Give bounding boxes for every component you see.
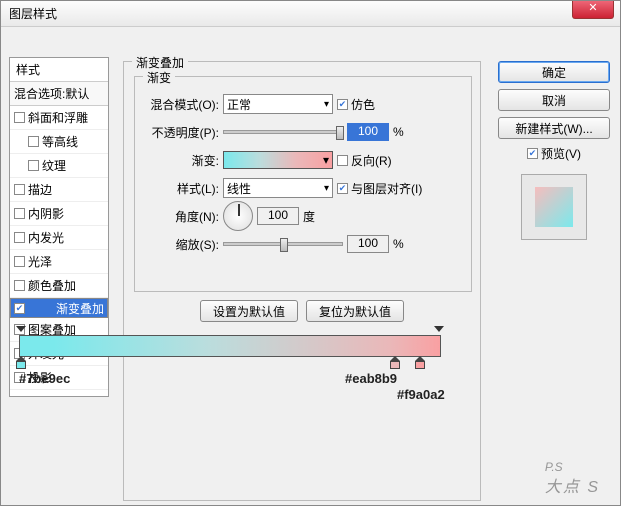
sidebar-subheader[interactable]: 混合选项:默认 (10, 82, 108, 106)
gradient-picker[interactable]: ▾ (223, 151, 333, 169)
color-hex-label: #f9a0a2 (397, 387, 445, 402)
checkbox-icon (14, 208, 25, 219)
sidebar-item-label: 内发光 (28, 229, 64, 246)
gradient-bar[interactable] (19, 335, 441, 357)
scale-slider[interactable] (223, 242, 343, 246)
scale-label: 缩放(S): (141, 236, 219, 253)
style-select[interactable]: 线性 (223, 178, 333, 198)
dither-checkbox[interactable]: 仿色 (337, 96, 375, 113)
color-hex-label: #eab8b9 (345, 371, 397, 386)
sidebar-item-label: 描边 (28, 181, 52, 198)
sidebar-item-label: 内阴影 (28, 205, 64, 222)
color-stop[interactable] (415, 356, 425, 368)
scale-unit: % (393, 237, 404, 251)
sidebar-item-label: 光泽 (28, 253, 52, 270)
sidebar-item-8[interactable]: 渐变叠加 (10, 298, 108, 318)
angle-input[interactable]: 100 (257, 207, 299, 225)
new-style-button[interactable]: 新建样式(W)... (498, 117, 610, 139)
preview-box (521, 174, 587, 240)
slider-thumb[interactable] (336, 126, 344, 140)
reverse-checkbox[interactable]: 反向(R) (337, 152, 392, 169)
checkbox-icon (28, 136, 39, 147)
sidebar-item-4[interactable]: 内阴影 (10, 202, 108, 226)
gradient-editor: #7be9ec #eab8b9 #f9a0a2 (19, 335, 441, 357)
opacity-stop[interactable] (16, 326, 26, 336)
align-checkbox[interactable]: 与图层对齐(I) (337, 180, 422, 197)
opacity-unit: % (393, 125, 404, 139)
checkbox-icon (14, 280, 25, 291)
sidebar-item-2[interactable]: 纹理 (10, 154, 108, 178)
checkbox-icon (337, 155, 348, 166)
scale-input[interactable]: 100 (347, 235, 389, 253)
sidebar-item-3[interactable]: 描边 (10, 178, 108, 202)
inner-group-title: 渐变 (143, 69, 175, 86)
sidebar-item-5[interactable]: 内发光 (10, 226, 108, 250)
angle-label: 角度(N): (141, 208, 219, 225)
checkbox-icon (14, 256, 25, 267)
checkbox-icon (337, 99, 348, 110)
sidebar-item-label: 斜面和浮雕 (28, 109, 88, 126)
color-hex-label: #7be9ec (19, 371, 70, 386)
slider-thumb[interactable] (280, 238, 288, 252)
checkbox-icon (14, 232, 25, 243)
opacity-input[interactable]: 100 (347, 123, 389, 141)
checkbox-icon (14, 184, 25, 195)
sidebar-item-1[interactable]: 等高线 (10, 130, 108, 154)
close-button[interactable]: ✕ (572, 1, 614, 19)
gradient-overlay-group: 渐变叠加 渐变 混合模式(O): 正常 仿色 不透明度(P): 100 % 渐变… (123, 61, 481, 501)
sidebar-item-label: 渐变叠加 (56, 300, 104, 317)
titlebar[interactable]: 图层样式 ✕ (1, 1, 620, 27)
watermark: P.S 大点 S (545, 428, 600, 497)
checkbox-icon (14, 112, 25, 123)
blend-mode-select[interactable]: 正常 (223, 94, 333, 114)
ok-button[interactable]: 确定 (498, 61, 610, 83)
style-label: 样式(L): (141, 180, 219, 197)
sidebar-item-label: 纹理 (42, 157, 66, 174)
right-button-panel: 确定 取消 新建样式(W)... 预览(V) (498, 61, 610, 240)
sidebar-item-6[interactable]: 光泽 (10, 250, 108, 274)
sidebar-item-0[interactable]: 斜面和浮雕 (10, 106, 108, 130)
opacity-stop[interactable] (434, 326, 444, 336)
opacity-label: 不透明度(P): (141, 124, 219, 141)
checkbox-icon (14, 303, 25, 314)
color-stop[interactable] (390, 356, 400, 368)
preview-swatch (535, 187, 573, 227)
layer-style-dialog: 图层样式 ✕ 样式 混合选项:默认 斜面和浮雕等高线纹理描边内阴影内发光光泽颜色… (0, 0, 621, 506)
angle-knob[interactable] (223, 201, 253, 231)
checkbox-icon (527, 148, 538, 159)
sidebar-item-7[interactable]: 颜色叠加 (10, 274, 108, 298)
gradient-inner-group: 渐变 混合模式(O): 正常 仿色 不透明度(P): 100 % 渐变: ▾ 反… (134, 76, 472, 292)
window-title: 图层样式 (9, 5, 57, 22)
angle-unit: 度 (303, 208, 315, 225)
checkbox-icon (337, 183, 348, 194)
preview-checkbox[interactable]: 预览(V) (498, 145, 610, 162)
sidebar-item-label: 颜色叠加 (28, 277, 76, 294)
color-stop[interactable] (16, 356, 26, 368)
reset-default-button[interactable]: 复位为默认值 (306, 300, 404, 322)
cancel-button[interactable]: 取消 (498, 89, 610, 111)
content: 样式 混合选项:默认 斜面和浮雕等高线纹理描边内阴影内发光光泽颜色叠加渐变叠加图… (1, 27, 620, 505)
sidebar-header: 样式 (10, 58, 108, 82)
sidebar-item-label: 等高线 (42, 133, 78, 150)
set-default-button[interactable]: 设置为默认值 (200, 300, 298, 322)
opacity-slider[interactable] (223, 130, 343, 134)
chevron-down-icon: ▾ (323, 153, 329, 167)
gradient-label: 渐变: (141, 152, 219, 169)
checkbox-icon (28, 160, 39, 171)
blend-mode-label: 混合模式(O): (141, 96, 219, 113)
